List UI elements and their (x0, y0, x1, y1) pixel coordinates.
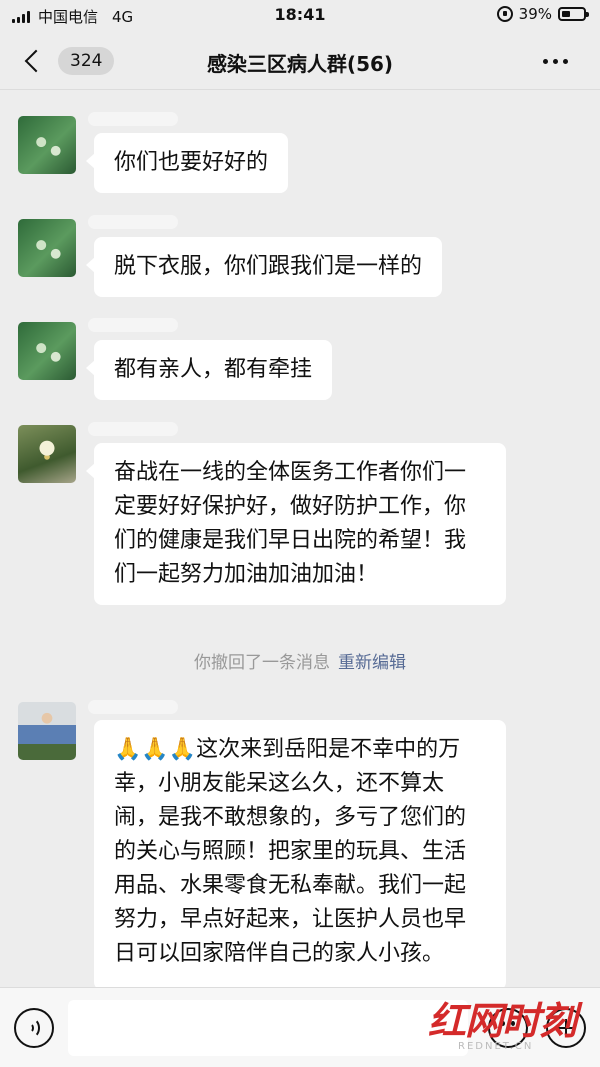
unread-count-badge: 324 (58, 47, 115, 75)
sender-name-redacted (88, 700, 178, 714)
status-right: 39% (496, 5, 589, 23)
back-icon (24, 49, 48, 73)
message-bubble[interactable]: 奋战在一线的全体医务工作者你们一定要好好保护好，做好防护工作，你们的健康是我们早… (86, 443, 506, 605)
message-bubble[interactable]: 🙏🙏🙏这次来到岳阳是不幸中的万幸，小朋友能呆这么久，还不算太闹，是我不敢想象的，… (94, 720, 506, 990)
sender-name-redacted (88, 112, 178, 126)
message-bubble[interactable]: 脱下衣服，你们跟我们是一样的 (85, 237, 443, 297)
sender-name-redacted (88, 215, 178, 229)
message-bubble[interactable]: 都有亲人，都有牵挂 (85, 340, 333, 400)
recall-notice-text: 你撤回了一条消息 (194, 653, 330, 673)
battery-icon (558, 7, 589, 21)
watermark-logo-text: 红网时刻 (428, 998, 577, 1043)
battery-fill (562, 11, 570, 17)
flower-avatar[interactable] (18, 219, 76, 277)
flower-avatar[interactable] (18, 322, 76, 380)
message-input[interactable] (68, 1000, 468, 1056)
chat-header: 324 感染三区病人群(56) (0, 32, 600, 90)
sender-name-redacted (88, 318, 178, 332)
watermark-logo: 红网时刻 REDNET.CN (428, 990, 588, 1052)
child-photo-avatar[interactable] (18, 702, 76, 760)
status-bar: 中国电信 4G 18:41 39% (0, 0, 600, 32)
lock-rotation-icon (496, 6, 513, 22)
recall-notice: 你撤回了一条消息 重新编辑 (0, 648, 600, 673)
re-edit-link[interactable]: 重新编辑 (338, 653, 406, 673)
sender-name-redacted (88, 422, 178, 436)
message-bubble[interactable]: 你们也要好好的 (85, 133, 289, 193)
flower-avatar[interactable] (18, 116, 76, 174)
voice-icon[interactable] (14, 1008, 54, 1048)
battery-percent: 39% (518, 5, 552, 23)
back-button[interactable]: 324 (20, 42, 115, 80)
more-icon[interactable] (538, 59, 568, 64)
lily-avatar[interactable] (18, 425, 76, 483)
chat-title: 感染三区病人群(56) (206, 52, 394, 76)
